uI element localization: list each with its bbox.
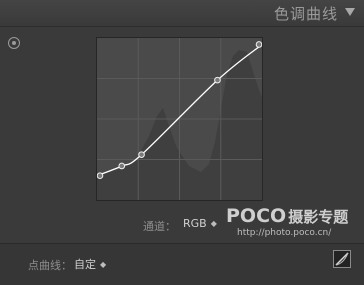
watermark-url: http://photo.poco.cn/ <box>237 228 332 238</box>
up-down-arrows-icon: ◆ <box>100 260 107 269</box>
tone-curve-svg[interactable] <box>97 38 262 200</box>
watermark-brand-name: POCO <box>226 205 287 227</box>
watermark-brand: POCO 摄影专题 <box>226 205 348 227</box>
panel-title: 色调曲线 <box>273 5 338 23</box>
edit-point-curve-icon <box>335 252 349 266</box>
point-curve-select[interactable]: 自定 ◆ <box>74 256 106 272</box>
collapse-icon[interactable] <box>345 8 355 16</box>
channel-value: RGB <box>183 217 207 230</box>
curve-control-point[interactable] <box>214 76 221 84</box>
targeted-adjustment-icon[interactable] <box>8 37 20 49</box>
curve-control-point[interactable] <box>138 151 145 158</box>
channel-label: 通道： <box>143 220 176 233</box>
curve-control-point[interactable] <box>118 162 126 170</box>
tone-curve-graph[interactable] <box>96 37 263 201</box>
point-curve-label: 点曲线： <box>28 259 72 272</box>
panel-header[interactable]: 色调曲线 <box>0 0 364 27</box>
point-curve-value: 自定 <box>74 258 96 271</box>
edit-point-curve-button[interactable] <box>333 250 351 268</box>
curve-control-point[interactable] <box>97 172 104 179</box>
watermark-brand-sub: 摄影专题 <box>288 208 349 226</box>
curve-control-point[interactable] <box>255 41 262 48</box>
channel-select[interactable]: RGB ◆ <box>183 217 217 230</box>
up-down-arrows-icon: ◆ <box>210 219 217 228</box>
